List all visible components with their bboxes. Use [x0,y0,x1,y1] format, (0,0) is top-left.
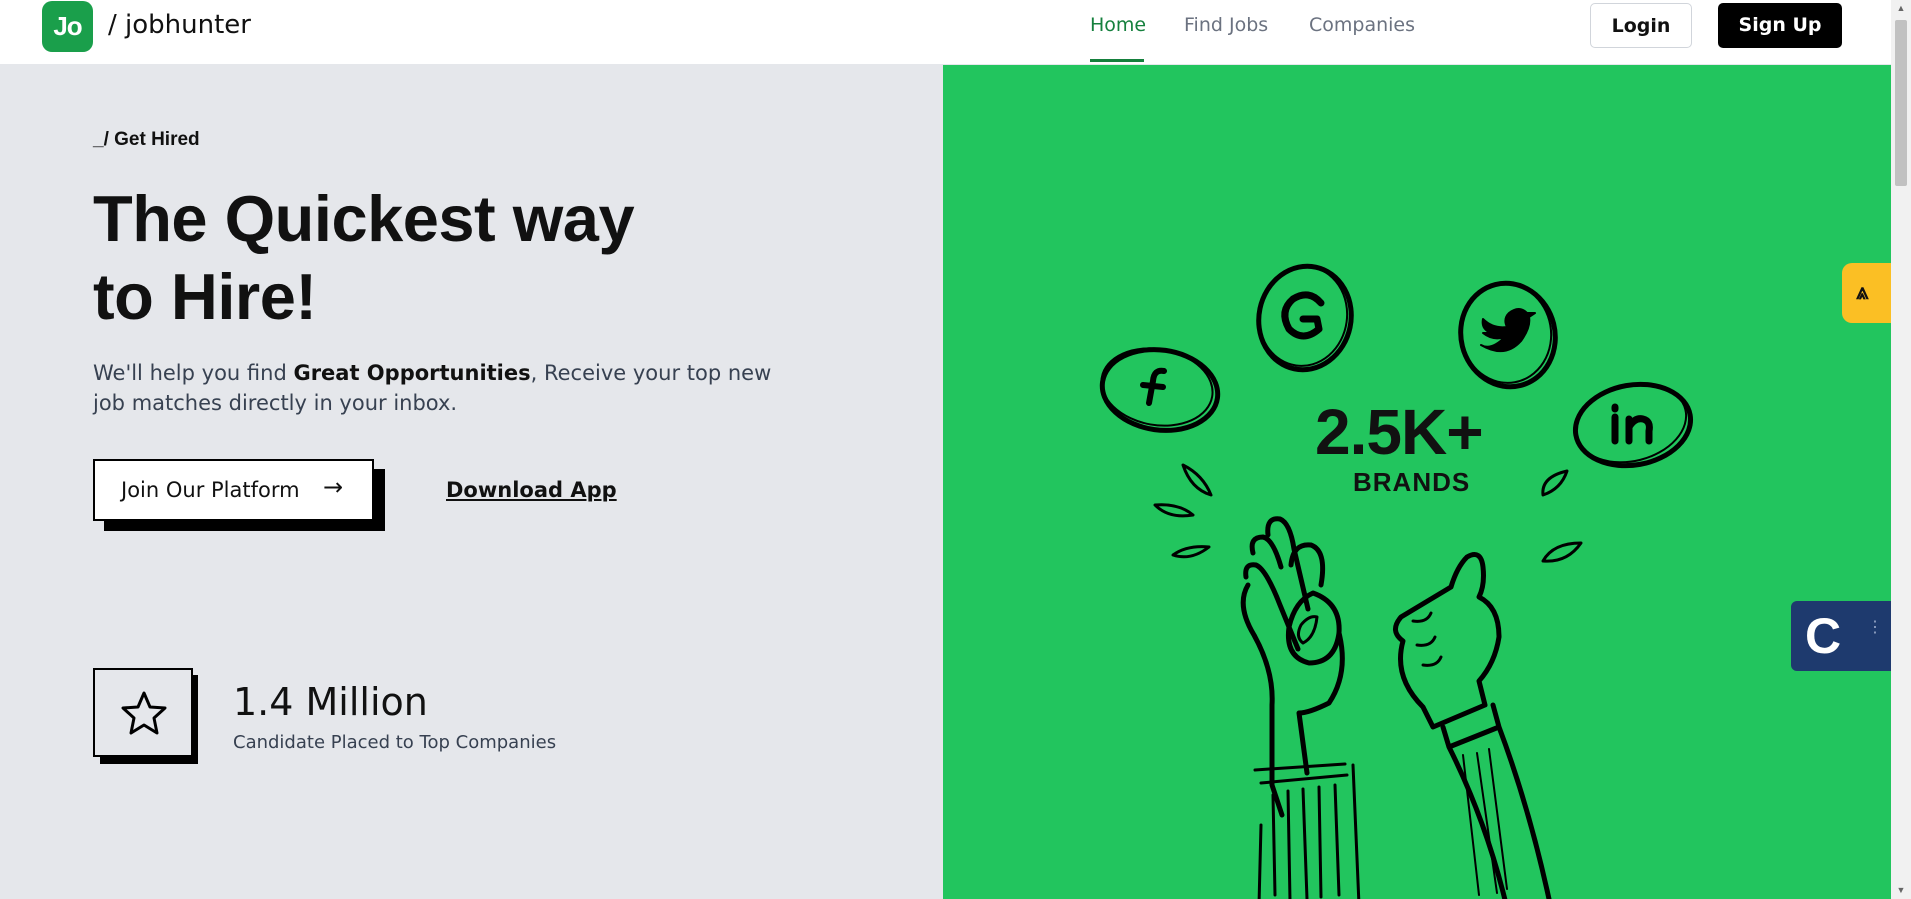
nav-home[interactable]: Home [1090,14,1146,36]
google-icon [1256,263,1354,373]
brands-label: BRANDS [1353,467,1471,497]
stat-value: 1.4 Million [233,680,428,724]
logo-text: Jo [53,11,82,41]
brand-name[interactable]: / jobhunter [108,10,251,40]
hero-eyebrow: _/ Get Hired [93,129,200,150]
page-scrollbar[interactable]: ▲ ▼ [1891,0,1911,899]
join-button-label: Join Our Platform [121,478,300,502]
linkedin-icon [1572,381,1694,469]
hero-illustration-panel: 2.5K+ BRANDS [943,65,1891,899]
extension-icon: ⩓ [1856,279,1869,304]
facebook-icon [1099,347,1221,433]
arrow-right-icon: → [323,473,344,501]
top-navbar: Jo / jobhunter Home Find Jobs Companies … [0,0,1891,65]
headline-line-2: to Hire! [93,260,317,333]
signup-button[interactable]: Sign Up [1718,3,1842,48]
left-hand-illustration [1240,516,1361,899]
chat-logo-icon: C [1805,608,1842,664]
logo-icon[interactable]: Jo [42,1,93,52]
desc-prefix: We'll help you find [93,361,294,385]
stat-label: Candidate Placed to Top Companies [233,732,557,753]
desc-highlight: Great Opportunities [293,361,531,385]
nav-find-jobs[interactable]: Find Jobs [1184,14,1268,36]
star-icon [121,691,167,735]
hero-description: We'll help you find Great Opportunities,… [93,358,773,418]
right-hand-illustration [1393,552,1552,899]
join-platform-button[interactable]: Join Our Platform → [93,459,374,521]
twitter-icon [1458,280,1558,390]
scroll-down-icon[interactable]: ▼ [1891,882,1911,899]
floating-chat-widget[interactable]: C ⋮⋮ [1791,601,1901,671]
floating-extension-widget[interactable]: ⩓ [1842,263,1891,323]
nav-active-underline [1090,59,1144,62]
hero-headline: The Quickest way to Hire! [93,180,793,336]
brands-count: 2.5K+ [1315,396,1484,468]
stat-icon-box [93,668,193,757]
download-app-link[interactable]: Download App [446,478,617,502]
hero-left-panel: _/ Get Hired The Quickest way to Hire! W… [0,65,943,899]
nav-companies[interactable]: Companies [1309,14,1415,36]
scroll-up-icon[interactable]: ▲ [1891,0,1911,17]
scroll-thumb[interactable] [1895,20,1907,186]
headline-line-1: The Quickest way [93,182,635,255]
login-button[interactable]: Login [1590,3,1692,48]
